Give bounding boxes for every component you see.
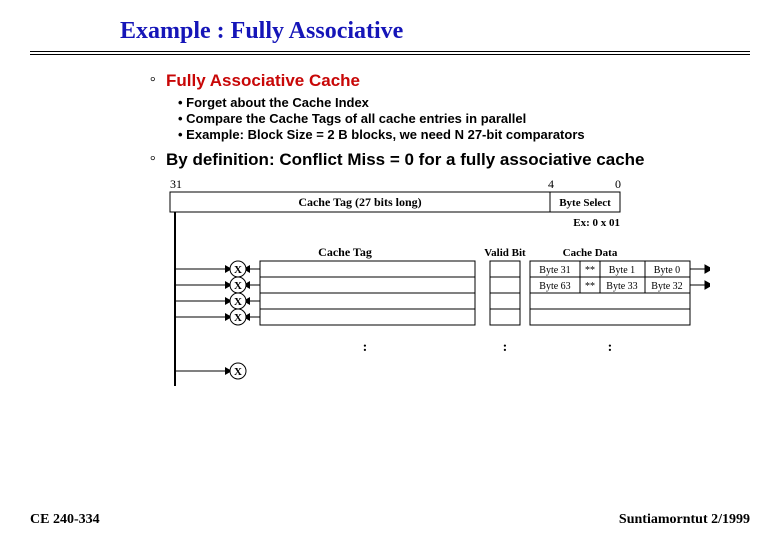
section2-heading: By definition: Conflict Miss = 0 for a f…: [166, 150, 645, 170]
bullet-item: Forget about the Cache Index: [178, 95, 750, 110]
addr-tag-label: Cache Tag (27 bits long): [298, 195, 421, 209]
footer-right: Suntiamorntut 2/1999: [619, 512, 750, 528]
section1-heading: Fully Associative Cache: [166, 71, 360, 91]
diagram: 31 4 0 Cache Tag (27 bits long) Byte Sel…: [150, 176, 750, 431]
addr-sel-example: Ex: 0 x 01: [573, 217, 620, 229]
col-valid: Valid Bit: [484, 247, 526, 259]
svg-text:**: **: [585, 265, 595, 276]
title-divider: [30, 51, 750, 59]
svg-text:Byte 1: Byte 1: [609, 265, 635, 276]
degree-marker: °: [150, 150, 166, 170]
svg-text:Byte 31: Byte 31: [539, 265, 570, 276]
dots: :: [608, 340, 613, 355]
data-column: Byte 31 ** Byte 1 Byte 0 Byte 63 ** Byte…: [530, 261, 690, 325]
svg-text:X: X: [234, 280, 242, 292]
comparators: X X X X: [175, 261, 260, 379]
svg-text:Byte 0: Byte 0: [654, 265, 680, 276]
col-tag: Cache Tag: [318, 245, 372, 259]
slide-title: Example : Fully Associative: [120, 18, 750, 45]
bullet-item: Example: Block Size = 2 B blocks, we nee…: [178, 127, 750, 142]
footer-left: CE 240-334: [30, 512, 100, 528]
valid-column: [490, 261, 520, 325]
svg-text:X: X: [234, 264, 242, 276]
bitlabel-mid: 4: [548, 177, 554, 191]
svg-text:Byte 32: Byte 32: [651, 281, 682, 292]
dots: :: [503, 340, 508, 355]
svg-text:X: X: [234, 366, 242, 378]
svg-text:X: X: [234, 312, 242, 324]
bullet-item: Compare the Cache Tags of all cache entr…: [178, 111, 750, 126]
svg-text:**: **: [585, 281, 595, 292]
svg-text:Byte 33: Byte 33: [606, 281, 637, 292]
dots: :: [363, 340, 368, 355]
tag-column: [260, 261, 475, 325]
svg-text:Byte 63: Byte 63: [539, 281, 570, 292]
bitlabel-right: 0: [615, 177, 621, 191]
degree-marker: °: [150, 71, 166, 91]
data-arrows: [690, 265, 710, 289]
bitlabel-left: 31: [170, 177, 182, 191]
col-data: Cache Data: [563, 247, 618, 259]
svg-text:X: X: [234, 296, 242, 308]
addr-sel-label: Byte Select: [559, 197, 611, 209]
